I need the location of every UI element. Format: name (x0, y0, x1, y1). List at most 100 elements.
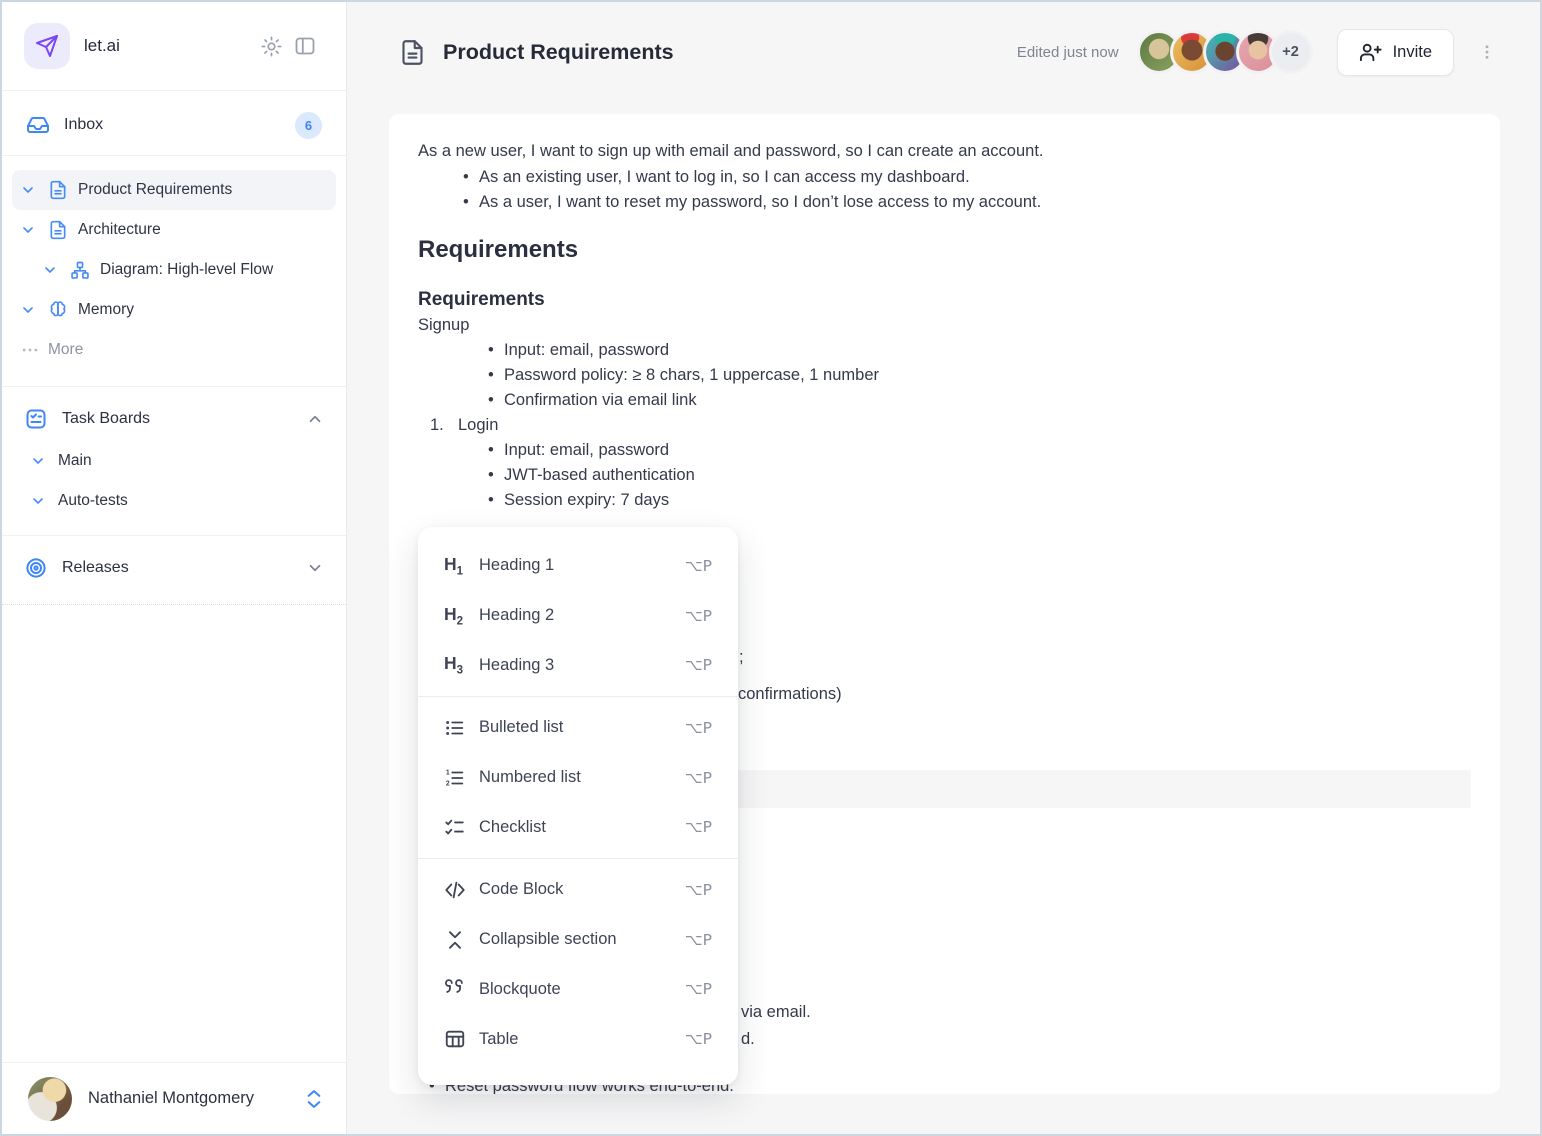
pages-tree: Product Requirements Architecture Diagra (2, 156, 346, 387)
task-board-icon (24, 407, 48, 431)
list-item[interactable]: Session expiry: 7 days (488, 488, 1470, 513)
task-boards-section: Task Boards Main Auto-tests (2, 387, 346, 536)
menu-item-heading-2[interactable]: H2 Heading 2 ⌥P (418, 591, 738, 641)
menu-item-bulleted-list[interactable]: Bulleted list ⌥P (418, 703, 738, 753)
sidebar-item-product-requirements[interactable]: Product Requirements (12, 170, 336, 210)
menu-divider (418, 858, 738, 859)
menu-item-checklist[interactable]: Checklist ⌥P (418, 802, 738, 852)
sidebar-toggle-button[interactable] (288, 29, 322, 63)
chevron-up-icon[interactable] (306, 410, 324, 428)
menu-item-label: Bulleted list (479, 718, 563, 737)
occluded-text-fragment: via email. (741, 1000, 811, 1025)
chevron-down-icon[interactable] (42, 262, 70, 278)
sidebar-item-releases[interactable]: Releases (16, 546, 332, 590)
heading-3[interactable]: Requirements (418, 287, 1470, 313)
menu-item-blockquote[interactable]: Blockquote ⌥P (418, 965, 738, 1015)
releases-label: Releases (62, 559, 306, 577)
document-icon (48, 220, 78, 240)
main-area: Product Requirements Edited just now +2 … (347, 2, 1540, 1134)
shortcut-hint: ⌥P (685, 557, 712, 575)
sidebar-header: let.ai (2, 2, 346, 91)
avatar (28, 1077, 72, 1121)
settings-button[interactable] (254, 29, 288, 63)
paper-plane-icon (35, 34, 59, 58)
document-icon (399, 39, 426, 66)
page-label: Product Requirements (78, 181, 232, 199)
menu-item-label: Table (479, 1030, 518, 1049)
sidebar-item-memory[interactable]: Memory (12, 290, 336, 330)
list-item[interactable]: Input: email, password (488, 338, 1470, 363)
header-actions: Edited just now +2 Invite (1017, 29, 1496, 76)
gear-icon (260, 35, 283, 58)
sidebar-item-main-board[interactable]: Main (16, 441, 332, 481)
chevron-down-icon[interactable] (30, 493, 58, 509)
user-plus-icon (1359, 41, 1382, 64)
menu-item-label: Code Block (479, 880, 563, 899)
menu-item-code-block[interactable]: Code Block ⌥P (418, 865, 738, 915)
bullet-list: As an existing user, I want to log in, s… (418, 165, 1470, 215)
menu-item-label: Blockquote (479, 980, 561, 999)
ellipsis-icon (20, 340, 48, 360)
list-item[interactable]: As a user, I want to reset my password, … (463, 190, 1470, 215)
shortcut-hint: ⌥P (685, 881, 712, 899)
chevron-down-icon[interactable] (20, 222, 48, 238)
page-label: More (48, 341, 83, 359)
list-item[interactable]: Password policy: ≥ 8 chars, 1 uppercase,… (488, 363, 1470, 388)
paragraph[interactable]: Signup (418, 313, 1470, 338)
bullseye-icon (24, 556, 48, 580)
chevron-down-icon[interactable] (306, 559, 324, 577)
workspace-name: let.ai (84, 36, 254, 56)
list-item[interactable]: As an existing user, I want to log in, s… (463, 165, 1470, 190)
sidebar-item-more[interactable]: More (12, 330, 336, 370)
occluded-text-fragment: ; (739, 645, 744, 670)
collapse-icon (444, 929, 470, 951)
code-icon (444, 879, 470, 901)
menu-item-collapsible-section[interactable]: Collapsible section ⌥P (418, 915, 738, 965)
app-logo (24, 23, 70, 69)
task-boards-label: Task Boards (62, 410, 306, 428)
inbox-label: Inbox (64, 116, 295, 134)
invite-label: Invite (1393, 43, 1432, 62)
more-options-button[interactable] (1478, 41, 1496, 63)
list-item[interactable]: JWT-based authentication (488, 463, 1470, 488)
board-label: Auto-tests (58, 492, 128, 510)
heading-3-icon: H3 (444, 653, 470, 677)
menu-item-numbered-list[interactable]: 12 Numbered list ⌥P (418, 753, 738, 803)
document-content[interactable]: As a new user, I want to sign up with em… (389, 114, 1500, 513)
menu-item-heading-1[interactable]: H1 Heading 1 ⌥P (418, 541, 738, 591)
block-type-menu: H1 Heading 1 ⌥P H2 Heading 2 ⌥P H3 Headi… (418, 527, 738, 1085)
heading-2[interactable]: Requirements (418, 234, 1470, 266)
page-label: Architecture (78, 221, 161, 239)
shortcut-hint: ⌥P (685, 769, 712, 787)
heading-2-icon: H2 (444, 604, 470, 628)
numbered-list-icon: 12 (444, 767, 470, 789)
menu-item-label: Checklist (479, 818, 546, 837)
chevron-up-down-icon (306, 1089, 322, 1109)
invite-button[interactable]: Invite (1337, 29, 1454, 76)
chevron-down-icon[interactable] (30, 453, 58, 469)
list-item[interactable]: Input: email, password (488, 438, 1470, 463)
panel-icon (293, 34, 317, 58)
menu-item-table[interactable]: Table ⌥P (418, 1014, 738, 1064)
quote-icon (444, 978, 470, 1000)
paragraph[interactable]: As a new user, I want to sign up with em… (418, 139, 1470, 164)
sidebar-item-inbox[interactable]: Inbox 6 (16, 104, 332, 146)
chevron-down-icon[interactable] (20, 302, 48, 318)
sidebar-item-task-boards[interactable]: Task Boards (16, 397, 332, 441)
checklist-icon (444, 816, 470, 838)
numbered-list-item[interactable]: 1. Login (418, 413, 1470, 438)
shortcut-hint: ⌥P (685, 607, 712, 625)
user-menu[interactable]: Nathaniel Montgomery (2, 1062, 346, 1134)
sidebar-item-auto-tests-board[interactable]: Auto-tests (16, 481, 332, 521)
user-name: Nathaniel Montgomery (88, 1089, 306, 1108)
diagram-icon (70, 260, 100, 280)
shortcut-hint: ⌥P (685, 980, 712, 998)
menu-item-heading-3[interactable]: H3 Heading 3 ⌥P (418, 640, 738, 690)
list-item[interactable]: Confirmation via email link (488, 388, 1470, 413)
sidebar-item-architecture[interactable]: Architecture (12, 210, 336, 250)
svg-text:2: 2 (446, 780, 450, 787)
menu-item-label: Heading 1 (479, 556, 554, 575)
bullet-list: Input: email, password Password policy: … (418, 338, 1470, 413)
chevron-down-icon[interactable] (20, 182, 48, 198)
sidebar-item-diagram-high-level-flow[interactable]: Diagram: High-level Flow (12, 250, 336, 290)
